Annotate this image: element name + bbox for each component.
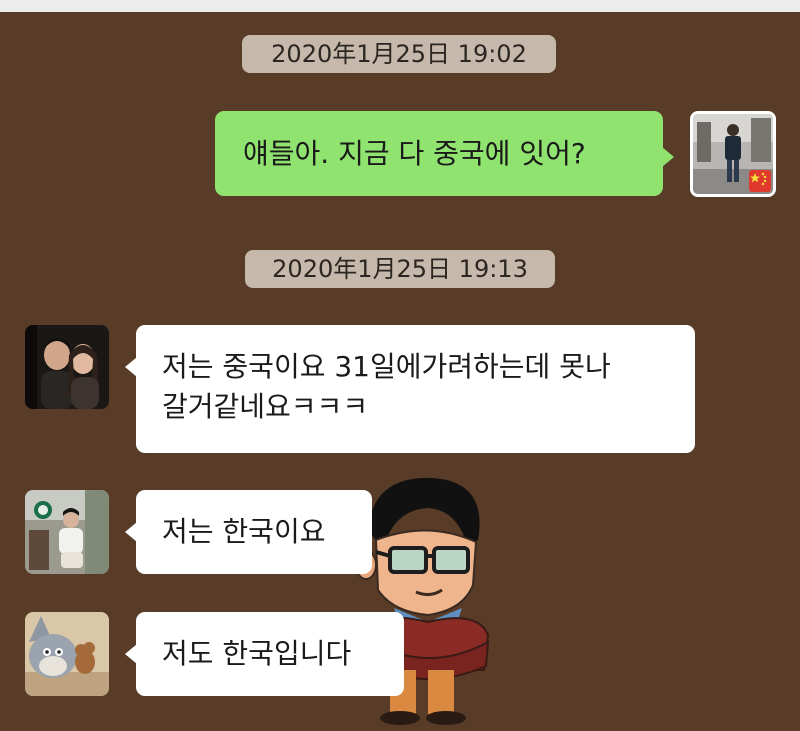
message-text-line: 갈거같네요ㅋㅋㅋ — [162, 390, 369, 423]
incoming-message-bubble[interactable]: 저는 중국이요 31일에가려하는데 못나 갈거같네요ㅋㅋㅋ — [125, 325, 695, 453]
timestamp: 2020年1月25日 19:13 — [245, 250, 555, 288]
message-text: 저는 한국이요 — [162, 515, 326, 548]
message-text: 저도 한국입니다 — [162, 637, 352, 670]
contact-avatar-cafe[interactable] — [25, 490, 109, 574]
incoming-message-bubble[interactable]: 저도 한국입니다 — [125, 612, 404, 696]
timestamp: 2020年1月25日 19:02 — [242, 35, 556, 73]
message-text-line: 저는 중국이요 31일에가려하는데 못나 — [162, 350, 611, 383]
self-avatar[interactable] — [690, 111, 776, 197]
outgoing-message-bubble[interactable]: 얘들아. 지금 다 중국에 잇어? — [215, 111, 674, 196]
incoming-message-bubble[interactable]: 저는 한국이요 — [125, 490, 372, 574]
top-status-strip — [0, 0, 800, 12]
contact-avatar-couple[interactable] — [25, 325, 109, 409]
china-flag-icon — [749, 170, 771, 192]
contact-avatar-cartoon-cat[interactable] — [25, 612, 109, 696]
message-text: 얘들아. 지금 다 중국에 잇어? — [243, 137, 586, 170]
